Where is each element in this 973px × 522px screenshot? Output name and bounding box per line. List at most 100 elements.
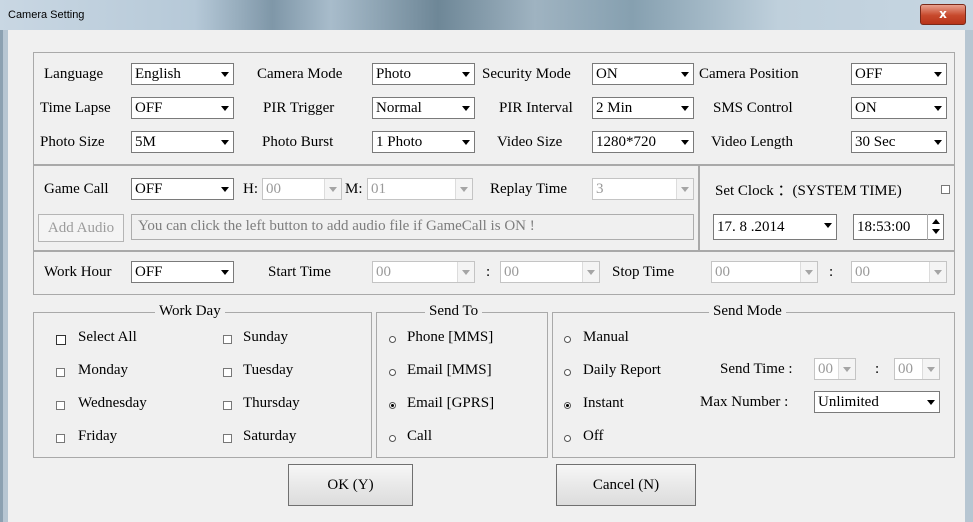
add-audio-button[interactable]: Add Audio [38, 214, 124, 242]
thursday-checkbox[interactable] [223, 401, 232, 410]
chevron-down-icon[interactable] [800, 262, 817, 282]
send-mode-off-label[interactable]: Off [583, 428, 604, 445]
chevron-down-icon[interactable] [930, 98, 946, 118]
chevron-down-icon[interactable] [458, 98, 474, 118]
chevron-down-icon[interactable] [930, 132, 946, 152]
send-mode-manual-radio[interactable] [564, 336, 571, 343]
send-mode-manual-label[interactable]: Manual [583, 329, 629, 346]
ok-button[interactable]: OK (Y) [288, 464, 413, 506]
clock-time-picker[interactable]: 18:53:00 [853, 214, 944, 240]
dialog-client: Language English Camera Mode Photo Secur… [8, 30, 965, 522]
monday-checkbox[interactable] [56, 368, 65, 377]
security-mode-value: ON [596, 66, 618, 82]
chevron-down-icon[interactable] [217, 132, 233, 152]
send-mode-instant-label[interactable]: Instant [583, 395, 624, 412]
pir-trigger-select[interactable]: Normal [372, 97, 475, 119]
camera-position-select[interactable]: OFF [851, 63, 947, 85]
chevron-down-icon[interactable] [217, 262, 233, 282]
saturday-label[interactable]: Saturday [243, 428, 296, 445]
language-label: Language [44, 66, 104, 82]
sunday-label[interactable]: Sunday [243, 329, 288, 346]
stop-hour-select[interactable]: 00 [711, 261, 818, 283]
start-minute-select[interactable]: 00 [500, 261, 600, 283]
chevron-down-icon[interactable] [923, 392, 939, 412]
chevron-down-icon[interactable] [677, 98, 693, 118]
chevron-down-icon[interactable] [676, 179, 693, 199]
send-to-email-gprs-label[interactable]: Email [GPRS] [407, 395, 494, 412]
video-length-select[interactable]: 30 Sec [851, 131, 947, 153]
chevron-down-icon[interactable] [458, 132, 474, 152]
tuesday-label[interactable]: Tuesday [243, 362, 293, 379]
friday-checkbox[interactable] [56, 434, 65, 443]
monday-label[interactable]: Monday [78, 362, 128, 379]
send-mode-off-radio[interactable] [564, 435, 571, 442]
time-spinner[interactable] [927, 214, 943, 240]
send-to-email-mms-label[interactable]: Email [MMS] [407, 362, 492, 379]
send-mode-daily-report-label[interactable]: Daily Report [583, 362, 661, 379]
chevron-down-icon[interactable] [929, 262, 946, 282]
send-to-email-gprs-radio[interactable] [389, 402, 396, 409]
security-mode-select[interactable]: ON [592, 63, 694, 85]
select-all-checkbox[interactable] [56, 335, 66, 345]
chevron-down-icon[interactable] [677, 64, 693, 84]
photo-burst-select[interactable]: 1 Photo [372, 131, 475, 153]
send-mode-daily-report-radio[interactable] [564, 369, 571, 376]
arrow-down-icon[interactable] [932, 229, 940, 234]
game-call-hour-value: 00 [266, 181, 281, 197]
chevron-down-icon[interactable] [838, 359, 855, 379]
game-call-minute-select[interactable]: 01 [367, 178, 473, 200]
send-to-phone-mms-label[interactable]: Phone [MMS] [407, 329, 493, 346]
start-hour-select[interactable]: 00 [372, 261, 475, 283]
chevron-down-icon[interactable] [820, 215, 836, 239]
send-to-phone-mms-radio[interactable] [389, 336, 396, 343]
stop-minute-value: 00 [855, 264, 870, 280]
send-minute-select[interactable]: 00 [894, 358, 940, 380]
thursday-label[interactable]: Thursday [243, 395, 300, 412]
video-size-select[interactable]: 1280*720 [592, 131, 694, 153]
language-value: English [135, 66, 181, 82]
title-bar[interactable]: Camera Setting x [0, 0, 973, 30]
game-call-hour-select[interactable]: 00 [262, 178, 342, 200]
game-call-select[interactable]: OFF [131, 178, 234, 200]
chevron-down-icon[interactable] [582, 262, 599, 282]
friday-label[interactable]: Friday [78, 428, 117, 445]
clock-date-picker[interactable]: 17. 8 .2014 [713, 214, 837, 240]
chevron-down-icon[interactable] [217, 98, 233, 118]
cancel-button[interactable]: Cancel (N) [556, 464, 696, 506]
max-number-select[interactable]: Unlimited [814, 391, 940, 413]
sunday-checkbox[interactable] [223, 335, 232, 344]
close-button[interactable]: x [920, 4, 966, 25]
work-hour-select[interactable]: OFF [131, 261, 234, 283]
replay-time-select[interactable]: 3 [592, 178, 694, 200]
photo-size-select[interactable]: 5M [131, 131, 234, 153]
chevron-down-icon[interactable] [677, 132, 693, 152]
language-select[interactable]: English [131, 63, 234, 85]
system-time-checkbox[interactable] [941, 185, 950, 194]
chevron-down-icon[interactable] [455, 179, 472, 199]
chevron-down-icon[interactable] [324, 179, 341, 199]
chevron-down-icon[interactable] [922, 359, 939, 379]
send-to-call-label[interactable]: Call [407, 428, 432, 445]
chevron-down-icon[interactable] [217, 64, 233, 84]
send-hour-select[interactable]: 00 [814, 358, 856, 380]
max-number-label: Max Number : [700, 394, 789, 410]
wednesday-label[interactable]: Wednesday [78, 395, 147, 412]
wednesday-checkbox[interactable] [56, 401, 65, 410]
tuesday-checkbox[interactable] [223, 368, 232, 377]
chevron-down-icon[interactable] [930, 64, 946, 84]
stop-time-separator: : [829, 264, 834, 280]
send-to-call-radio[interactable] [389, 435, 396, 442]
arrow-up-icon[interactable] [932, 219, 940, 224]
chevron-down-icon[interactable] [458, 64, 474, 84]
sms-control-select[interactable]: ON [851, 97, 947, 119]
chevron-down-icon[interactable] [457, 262, 474, 282]
select-all-label[interactable]: Select All [78, 329, 137, 346]
pir-interval-select[interactable]: 2 Min [592, 97, 694, 119]
send-mode-instant-radio[interactable] [564, 402, 571, 409]
chevron-down-icon[interactable] [217, 179, 233, 199]
stop-minute-select[interactable]: 00 [851, 261, 947, 283]
saturday-checkbox[interactable] [223, 434, 232, 443]
time-lapse-select[interactable]: OFF [131, 97, 234, 119]
camera-mode-select[interactable]: Photo [372, 63, 475, 85]
send-to-email-mms-radio[interactable] [389, 369, 396, 376]
